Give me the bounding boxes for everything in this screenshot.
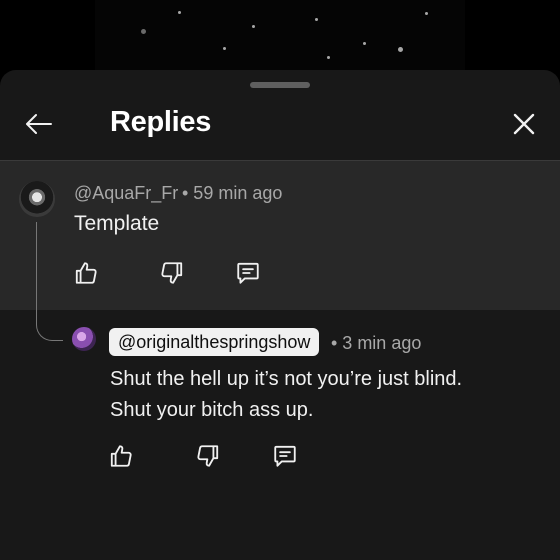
- back-button[interactable]: [18, 106, 58, 142]
- replies-sheet: Replies: [0, 70, 560, 560]
- comment-author[interactable]: @AquaFr_Fr: [74, 183, 178, 204]
- comment-reply-icon: [274, 445, 296, 467]
- arrow-left-icon: [26, 114, 52, 134]
- thumbs-down-icon: [197, 445, 219, 467]
- reply-author-chip[interactable]: @originalthespringshow: [109, 328, 320, 356]
- reply-timestamp: • 3 min ago: [331, 333, 422, 353]
- avatar[interactable]: [72, 327, 96, 351]
- page-title: Replies: [110, 106, 212, 138]
- reply-text: Shut the hell up it’s not you’re just bl…: [110, 364, 540, 426]
- video-background: [95, 0, 465, 80]
- dislike-button[interactable]: [193, 441, 223, 471]
- reply-button[interactable]: [233, 258, 263, 288]
- close-icon: [513, 113, 535, 135]
- dislike-button[interactable]: [157, 258, 187, 288]
- like-button[interactable]: [71, 258, 101, 288]
- comment-text: Template: [74, 212, 160, 235]
- like-button[interactable]: [106, 441, 136, 471]
- thread-connector: [36, 222, 63, 341]
- thumbs-down-icon: [161, 262, 183, 284]
- thumbs-up-icon: [75, 262, 97, 284]
- reply-button[interactable]: [270, 441, 300, 471]
- close-button[interactable]: [504, 106, 544, 142]
- reply-text-line: Shut your bitch ass up.: [110, 399, 314, 421]
- reply-text-line: Shut the hell up it’s not you’re just bl…: [110, 368, 463, 390]
- thumbs-up-icon: [110, 445, 132, 467]
- comment-reply-icon: [237, 262, 259, 284]
- comment-timestamp: • 59 min ago: [182, 183, 283, 203]
- avatar[interactable]: [19, 181, 55, 217]
- drag-handle[interactable]: [250, 82, 310, 88]
